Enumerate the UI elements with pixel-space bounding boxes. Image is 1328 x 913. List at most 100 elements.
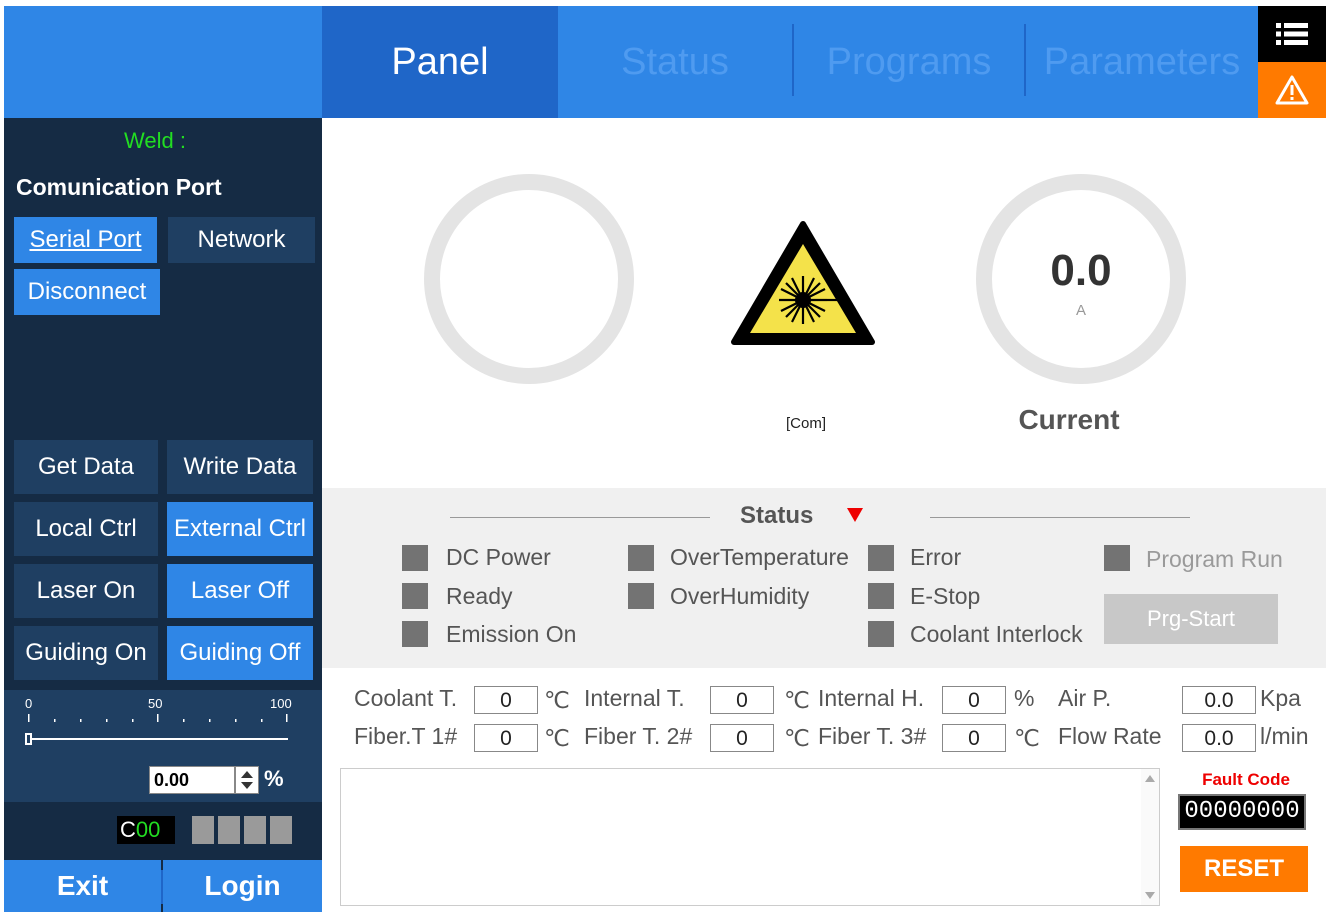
slider-tick-label: 100 <box>270 696 292 711</box>
dc-power-indicator <box>402 545 428 571</box>
internal-t-label: Internal T. <box>584 685 685 711</box>
log-textarea[interactable] <box>340 768 1160 906</box>
guiding-on-button[interactable]: Guiding On <box>14 626 158 680</box>
current-value: 0.0 <box>1050 246 1112 295</box>
menu-button[interactable] <box>1258 6 1326 62</box>
slider-thumb[interactable] <box>25 733 32 745</box>
fiber-t2-field[interactable]: 0 <box>710 724 774 752</box>
over-humidity-label: OverHumidity <box>670 583 810 609</box>
air-p-field[interactable]: 0.0 <box>1182 686 1256 714</box>
tab-status[interactable]: Status <box>558 6 792 118</box>
code-display: C00 <box>117 816 175 844</box>
status-section: Status DC Power Ready Emission On OverTe… <box>322 488 1326 668</box>
over-temperature-label: OverTemperature <box>670 544 849 570</box>
internal-t-unit: ℃ <box>784 687 810 713</box>
spin-up-down-icon[interactable] <box>235 766 259 794</box>
communication-port-title: Comunication Port <box>16 174 222 200</box>
prg-start-button[interactable]: Prg-Start <box>1104 594 1278 644</box>
tab-panel[interactable]: Panel <box>322 6 558 118</box>
fiber-t2-unit: ℃ <box>784 725 810 751</box>
tab-parameters[interactable]: Parameters <box>1026 6 1258 118</box>
flow-rate-field[interactable]: 0.0 <box>1182 724 1256 752</box>
network-button[interactable]: Network <box>168 217 315 263</box>
slider-tick-label: 50 <box>148 696 163 711</box>
com-label: [Com] <box>786 415 827 432</box>
code-segment <box>192 816 214 844</box>
disconnect-button[interactable]: Disconnect <box>14 269 160 315</box>
fiber-t2-label: Fiber T. 2# <box>584 723 693 749</box>
app-window: Panel Status Programs Parameters Weld: … <box>4 6 1326 912</box>
code-prefix: C <box>120 817 136 842</box>
reset-button[interactable]: RESET <box>1180 846 1308 892</box>
flow-rate-unit: l/min <box>1260 723 1309 749</box>
weld-label: Weld : <box>124 128 186 153</box>
flow-rate-label: Flow Rate <box>1058 723 1162 749</box>
power-percent-input[interactable]: 0.00 <box>149 766 235 794</box>
fault-code-label: Fault Code <box>1202 770 1290 789</box>
program-run-indicator <box>1104 545 1130 571</box>
write-data-button[interactable]: Write Data <box>167 440 313 494</box>
log-scrollbar[interactable] <box>1141 769 1159 905</box>
air-p-label: Air P. <box>1058 685 1112 711</box>
fiber-t3-field[interactable]: 0 <box>942 724 1006 752</box>
code-segment <box>218 816 240 844</box>
ready-indicator <box>402 583 428 609</box>
slider-tick-label: 0 <box>25 696 33 711</box>
scroll-down-icon[interactable] <box>1145 892 1155 899</box>
fiber-t3-unit: ℃ <box>1014 725 1040 751</box>
internal-h-unit: % <box>1014 685 1035 711</box>
power-gauge <box>424 174 634 384</box>
ready-label: Ready <box>446 583 513 609</box>
laser-on-button[interactable]: Laser On <box>14 564 158 618</box>
coolant-t-field[interactable]: 0 <box>474 686 538 714</box>
current-label: Current <box>1018 404 1120 435</box>
coolant-interlock-label: Coolant Interlock <box>910 621 1083 647</box>
slider-ticks <box>28 714 288 722</box>
over-humidity-indicator <box>628 583 654 609</box>
coolant-t-label: Coolant T. <box>354 685 458 711</box>
internal-t-field[interactable]: 0 <box>710 686 774 714</box>
power-slider-panel: 0 50 100 0.00 % <box>4 690 322 802</box>
list-icon <box>1276 23 1308 45</box>
e-stop-label: E-Stop <box>910 583 981 609</box>
guiding-off-button[interactable]: Guiding Off <box>167 626 313 680</box>
serial-port-button[interactable]: Serial Port <box>14 217 157 263</box>
code-indicator-row: C00 <box>4 802 322 860</box>
fiber-t1-field[interactable]: 0 <box>474 724 538 752</box>
percent-unit-label: % <box>264 766 284 791</box>
slider-track[interactable] <box>28 738 288 740</box>
sidebar: Weld : Comunication Port Serial Port Net… <box>4 118 322 912</box>
laser-hazard-icon <box>731 221 875 345</box>
laser-off-button[interactable]: Laser Off <box>167 564 313 618</box>
warning-button[interactable] <box>1258 62 1326 118</box>
error-label: Error <box>910 544 962 570</box>
code-segment <box>244 816 266 844</box>
status-title: Status <box>740 502 814 529</box>
emission-on-indicator <box>402 621 428 647</box>
local-ctrl-button[interactable]: Local Ctrl <box>14 502 158 556</box>
internal-h-field[interactable]: 0 <box>942 686 1006 714</box>
tab-programs[interactable]: Programs <box>792 6 1026 118</box>
collapse-triangle-icon[interactable] <box>847 508 863 522</box>
emission-on-label: Emission On <box>446 621 577 647</box>
top-bar: Panel Status Programs Parameters <box>4 6 1326 118</box>
main-panel: [Com] 0.0 A Current Status DC Power Read… <box>322 118 1326 912</box>
error-indicator <box>868 545 894 571</box>
fiber-t3-label: Fiber T. 3# <box>818 723 927 749</box>
top-left-blank <box>4 6 322 118</box>
dc-power-label: DC Power <box>446 544 551 570</box>
status-divider <box>450 517 710 518</box>
login-button[interactable]: Login <box>163 860 322 912</box>
exit-button[interactable]: Exit <box>4 860 161 912</box>
get-data-button[interactable]: Get Data <box>14 440 158 494</box>
coolant-interlock-indicator <box>868 621 894 647</box>
e-stop-indicator <box>868 583 894 609</box>
external-ctrl-button[interactable]: External Ctrl <box>167 502 313 556</box>
code-value: 00 <box>135 817 161 842</box>
fiber-t1-label: Fiber.T 1# <box>354 723 458 749</box>
fiber-t1-unit: ℃ <box>544 725 570 751</box>
current-unit: A <box>1075 302 1086 319</box>
code-segment <box>270 816 292 844</box>
scroll-up-icon[interactable] <box>1145 775 1155 782</box>
internal-h-label: Internal H. <box>818 685 925 711</box>
